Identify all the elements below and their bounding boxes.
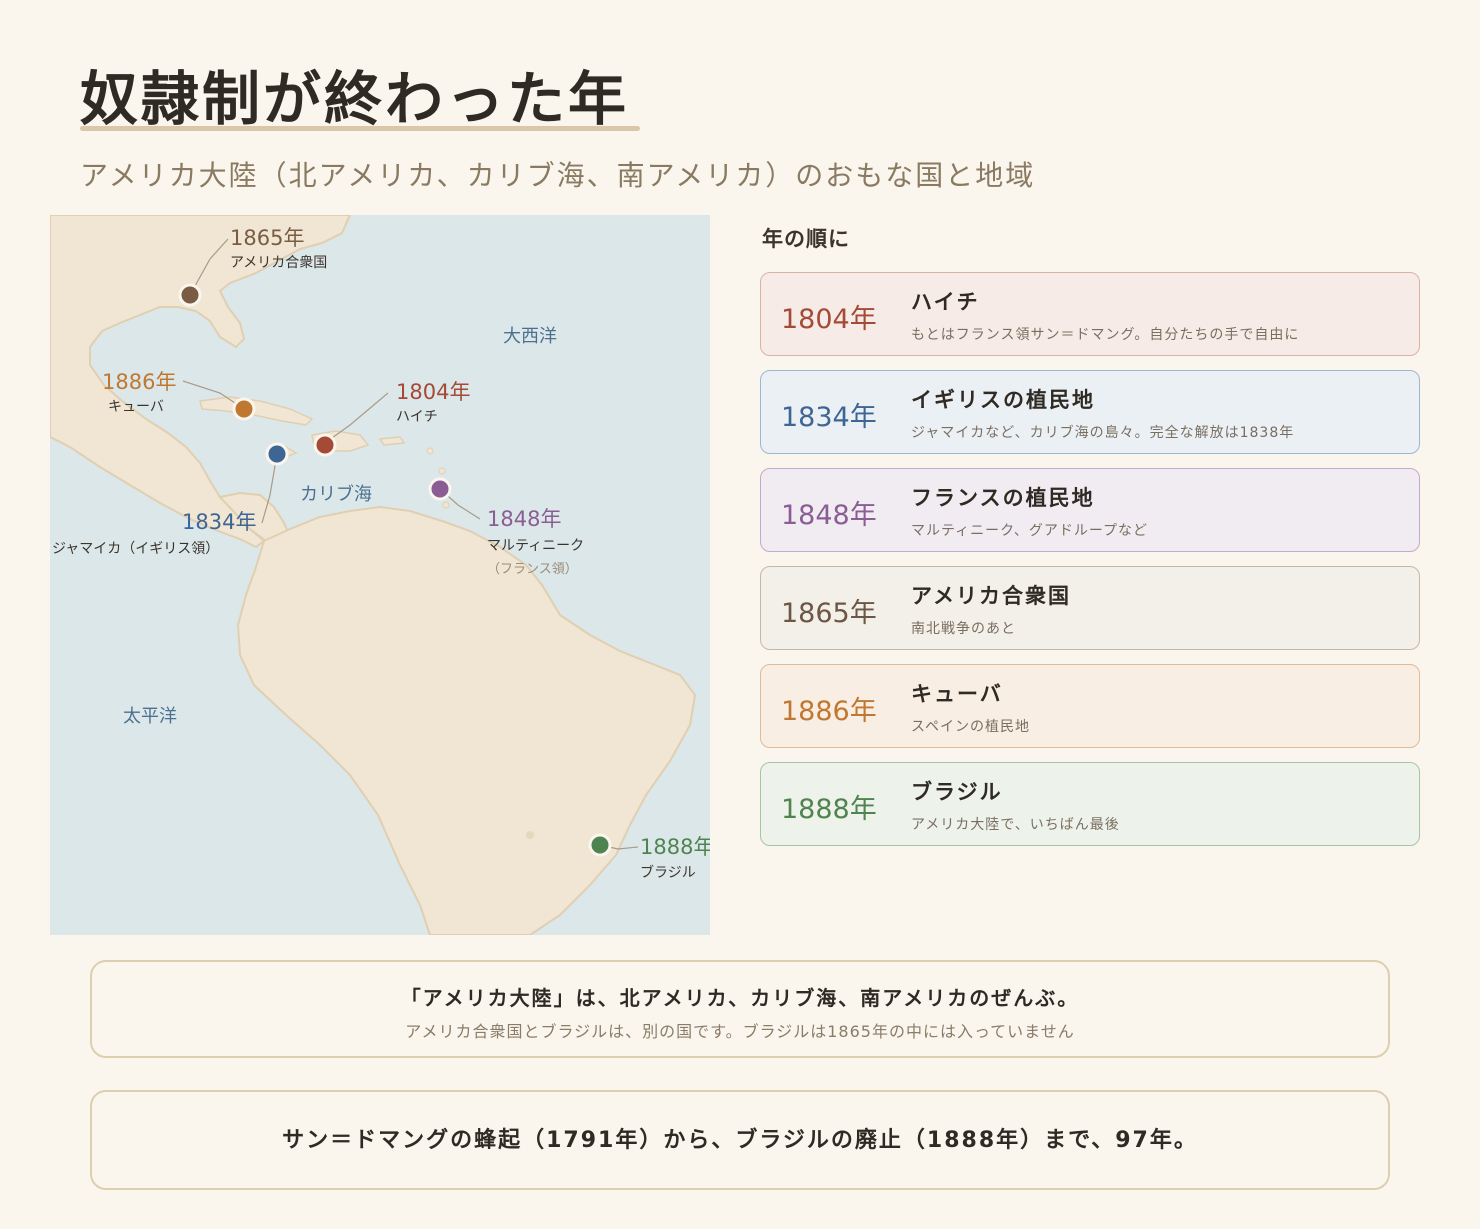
timeline-card-french-colonies[interactable]: 1848年 フランスの植民地 マルティニーク、グアドループなど (760, 468, 1420, 552)
timeline-year: 1804年 (781, 304, 877, 335)
marker-haiti[interactable] (313, 433, 337, 457)
marker-martinique[interactable] (428, 477, 452, 501)
timeline-year: 1865年 (781, 598, 877, 629)
timeline-year: 1834年 (781, 402, 877, 433)
timeline-list: 1804年 ハイチ もとはフランス領サン＝ドマング。自分たちの手で自由に 183… (760, 272, 1420, 860)
timeline-card-brazil[interactable]: 1888年 ブラジル アメリカ大陸で、いちばん最後 (760, 762, 1420, 846)
island-small (442, 501, 450, 509)
island-small (426, 447, 434, 455)
marker-usa[interactable] (178, 283, 202, 307)
marker-year-jamaica: 1834年 (182, 510, 256, 534)
timeline-desc: もとはフランス領サン＝ドマング。自分たちの手で自由に (911, 327, 1300, 343)
marker-year-brazil: 1888年 (640, 835, 710, 859)
label-pacific-ocean: 太平洋 (123, 706, 177, 727)
label-caribbean-sea: カリブ海 (300, 483, 372, 505)
marker-place-jamaica: ジャマイカ（イギリス領） (52, 540, 219, 557)
timeline-name: フランスの植民地 (911, 486, 1095, 510)
note-americas-sub: アメリカ合衆国とブラジルは、別の国です。ブラジルは1865年の中には入っていませ… (405, 1022, 1075, 1041)
island-small (438, 467, 446, 475)
timeline-desc: アメリカ大陸で、いちばん最後 (911, 817, 1120, 833)
marker-place-cuba: キューバ (108, 399, 164, 415)
marker-place2-martinique: （フランス領） (487, 561, 578, 577)
marker-year-cuba: 1886年 (102, 370, 176, 394)
marker-place-haiti: ハイチ (396, 409, 438, 425)
timeline-desc: スペインの植民地 (911, 719, 1031, 735)
timeline-card-british-colonies[interactable]: 1834年 イギリスの植民地 ジャマイカなど、カリブ海の島々。完全な解放は183… (760, 370, 1420, 454)
page-subtitle: アメリカ大陸（北アメリカ、カリブ海、南アメリカ）のおもな国と地域 (80, 159, 1036, 192)
marker-jamaica[interactable] (265, 442, 289, 466)
map-svg: 大西洋 カリブ海 太平洋 1865年 アメリカ合衆国 1886年 キューバ 18… (50, 215, 710, 935)
map: 大西洋 カリブ海 太平洋 1865年 アメリカ合衆国 1886年 キューバ 18… (50, 215, 710, 935)
timeline-name: アメリカ合衆国 (911, 584, 1071, 608)
marker-cuba[interactable] (232, 397, 256, 421)
timeline-heading: 年の順に (762, 227, 850, 251)
marker-year-usa: 1865年 (230, 226, 304, 250)
label-atlantic-ocean: 大西洋 (503, 326, 557, 347)
timeline-desc: マルティニーク、グアドループなど (911, 523, 1149, 539)
timeline-name: ハイチ (911, 290, 980, 314)
lake (526, 831, 534, 839)
note-span-text: サン＝ドマングの蜂起（1791年）から、ブラジルの廃止（1888年）まで、97年… (282, 1128, 1198, 1153)
title-underline (80, 126, 640, 131)
note-americas-main: 「アメリカ大陸」は、北アメリカ、カリブ海、南アメリカのぜんぶ。 (400, 986, 1080, 1010)
marker-place-brazil: ブラジル (640, 864, 696, 881)
marker-brazil[interactable] (588, 833, 612, 857)
timeline-name: イギリスの植民地 (911, 388, 1095, 412)
timeline-name: キューバ (911, 682, 1003, 706)
marker-year-haiti: 1804年 (396, 380, 470, 404)
island-puerto-rico (378, 436, 406, 446)
timeline-card-usa[interactable]: 1865年 アメリカ合衆国 南北戦争のあと (760, 566, 1420, 650)
timeline-name: ブラジル (911, 780, 1003, 804)
marker-place-usa: アメリカ合衆国 (230, 255, 327, 271)
timeline-card-haiti[interactable]: 1804年 ハイチ もとはフランス領サン＝ドマング。自分たちの手で自由に (760, 272, 1420, 356)
timeline-desc: 南北戦争のあと (911, 621, 1016, 637)
timeline-year: 1848年 (781, 500, 877, 531)
note-americas-definition: 「アメリカ大陸」は、北アメリカ、カリブ海、南アメリカのぜんぶ。 アメリカ合衆国と… (90, 960, 1390, 1058)
timeline-card-cuba[interactable]: 1886年 キューバ スペインの植民地 (760, 664, 1420, 748)
marker-place-martinique: マルティニーク (487, 538, 584, 554)
timeline-year: 1888年 (781, 794, 877, 825)
timeline-year: 1886年 (781, 696, 877, 727)
note-span: サン＝ドマングの蜂起（1791年）から、ブラジルの廃止（1888年）まで、97年… (90, 1090, 1390, 1190)
timeline-desc: ジャマイカなど、カリブ海の島々。完全な解放は1838年 (911, 425, 1295, 441)
marker-year-martinique: 1848年 (487, 507, 561, 531)
page-title: 奴隷制が終わった年 (80, 65, 630, 133)
